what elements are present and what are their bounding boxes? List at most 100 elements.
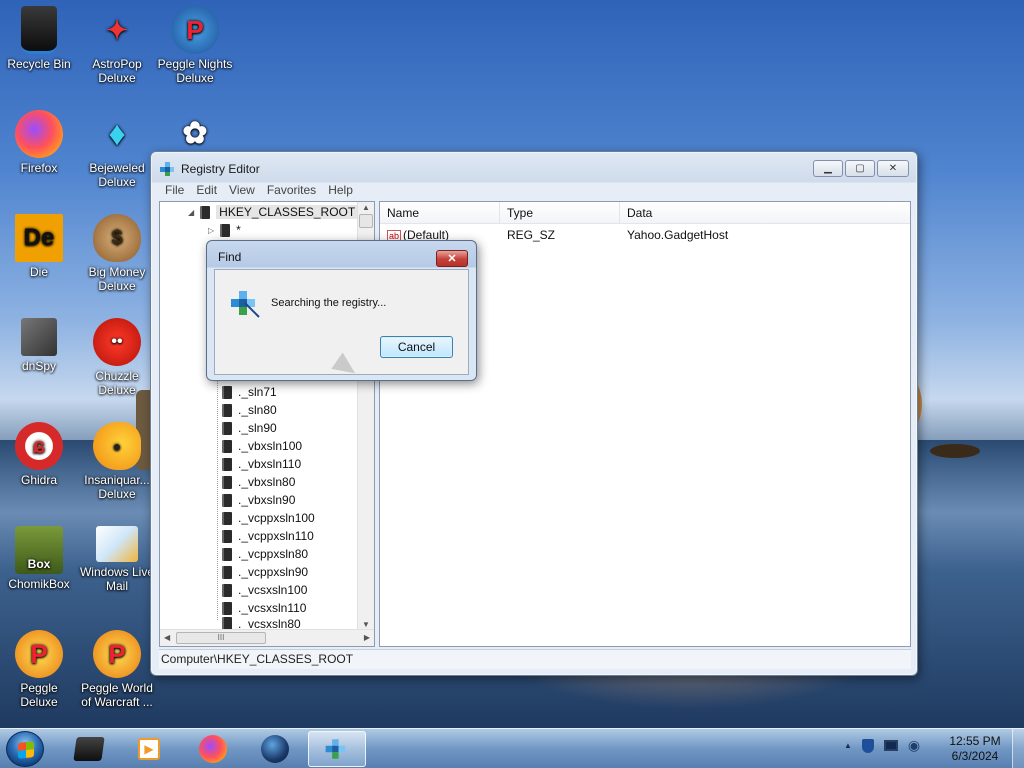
volume-speaker-icon[interactable]: ◉ [908, 737, 920, 754]
clock[interactable]: 12:55 PM 6/3/2024 [940, 734, 1010, 764]
registry-editor-window[interactable]: Registry Editor ▁ ▢ ✕ File Edit View Fav… [150, 151, 918, 676]
regedit-icon [325, 739, 346, 759]
registry-key-icon [222, 547, 232, 561]
ghidra-icon: ɕ [15, 422, 63, 470]
menu-file[interactable]: File [165, 183, 190, 197]
scroll-thumb[interactable] [359, 214, 373, 228]
tree-node-root[interactable]: ◢ HKEY_CLASSES_ROOT [188, 203, 359, 221]
tree-node[interactable]: ._vcsxsln110 [222, 599, 306, 617]
network-monitor-icon[interactable] [883, 740, 898, 751]
close-button[interactable]: ✕ [877, 160, 909, 177]
desktop-icon-windows-live-mail[interactable]: Windows Live Mail [78, 526, 156, 593]
desktop-icon-label: Recycle Bin [7, 57, 71, 71]
windows-logo-icon [18, 741, 34, 759]
tree-node-label: ._sln90 [238, 421, 277, 435]
bejeweled-icon: ♦ [108, 115, 126, 153]
tree-node[interactable]: ._vbxsln90 [222, 491, 295, 509]
desktop-icon-die[interactable]: De Die [0, 214, 78, 279]
desktop-icon-peggle-wow[interactable]: P Peggle World of Warcraft ... [78, 630, 156, 709]
start-button[interactable] [6, 731, 44, 767]
tree-node[interactable]: ._vcsxsln100 [222, 581, 307, 599]
window-titlebar[interactable]: Registry Editor [159, 158, 260, 180]
die-icon: De [15, 214, 63, 262]
tree-node[interactable]: ._vbxsln80 [222, 473, 295, 491]
status-bar: Computer\HKEY_CLASSES_ROOT [159, 649, 911, 669]
cancel-button[interactable]: Cancel [380, 336, 453, 358]
tree-node-label: ._vcppxsln90 [238, 565, 309, 579]
tree-node[interactable]: ._vcppxsln110 [222, 527, 314, 545]
desktop-icon-big-money[interactable]: $ Big Money Deluxe [78, 214, 156, 293]
peggle-icon: P [15, 630, 63, 678]
desktop-icon-chuzzle[interactable]: •• Chuzzle Deluxe [78, 318, 156, 397]
column-header-type[interactable]: Type [500, 202, 620, 224]
desktop-icon-ghidra[interactable]: ɕ Ghidra [0, 422, 78, 487]
maximize-button[interactable]: ▢ [845, 160, 875, 177]
menu-favorites[interactable]: Favorites [267, 183, 322, 197]
security-shield-icon[interactable] [861, 738, 874, 753]
desktop-icon-recycle-bin[interactable]: Recycle Bin [0, 6, 78, 71]
list-header: Name Type Data [380, 202, 910, 224]
desktop-icon-firefox[interactable]: Firefox [0, 110, 78, 175]
tree-node[interactable]: ._vbxsln110 [222, 455, 301, 473]
caption-buttons: ▁ ▢ ✕ [813, 160, 909, 177]
expand-arrow-icon[interactable]: ▷ [208, 226, 214, 235]
desktop-icon-peggle[interactable]: P Peggle Deluxe [0, 630, 78, 709]
peggle-wow-icon: P [93, 630, 141, 678]
tree-node-star[interactable]: ▷ * [208, 221, 241, 239]
value-type-cell: REG_SZ [507, 228, 556, 242]
scroll-left-arrow-icon[interactable]: ◀ [164, 633, 170, 642]
desktop-icon-astropop[interactable]: ✦ AstroPop Deluxe [78, 6, 156, 85]
taskbar-registry-editor[interactable] [308, 731, 366, 767]
tree-node[interactable]: ._vcsxsln80 [222, 617, 301, 629]
tree-node[interactable]: ._vcppxsln90 [222, 563, 308, 581]
desktop-icon-label: Ghidra [20, 473, 58, 487]
dialog-close-button[interactable]: ✕ [436, 250, 468, 267]
registry-key-icon [220, 223, 231, 237]
insaniquarium-icon: ● [93, 422, 141, 470]
tree-node-label: HKEY_CLASSES_ROOT [216, 205, 359, 219]
menu-edit[interactable]: Edit [196, 183, 223, 197]
desktop-icon-label: Peggle World of Warcraft ... [81, 681, 153, 709]
show-desktop-button[interactable] [1012, 729, 1024, 768]
desktop-icon-chomikbox[interactable]: Box ChomikBox [0, 526, 78, 591]
recycle-bin-icon [21, 6, 57, 54]
desktop-icon-peggle-nights[interactable]: P Peggle Nights Deluxe [156, 6, 234, 85]
tree-node-label: ._sln80 [238, 403, 277, 417]
scroll-right-arrow-icon[interactable]: ▶ [364, 633, 370, 642]
desktop-icon-bejeweled[interactable]: ♦ Bejeweled Deluxe [78, 110, 156, 189]
firefox-icon [15, 110, 63, 158]
tree-horizontal-scrollbar[interactable]: ◀ III ▶ [160, 629, 374, 646]
close-icon: ✕ [447, 253, 457, 265]
column-header-data[interactable]: Data [620, 202, 910, 224]
clock-date: 6/3/2024 [951, 749, 999, 763]
registry-search-icon [231, 291, 260, 318]
astropop-icon: ✦ [106, 15, 128, 45]
scroll-down-arrow-icon[interactable]: ▼ [362, 620, 370, 629]
desktop-icon-insaniquarium[interactable]: ● Insaniquar... Deluxe [78, 422, 156, 501]
taskbar-recycle-bin[interactable] [60, 731, 118, 767]
menu-view[interactable]: View [229, 183, 261, 197]
registry-key-icon [222, 421, 232, 435]
tree-node[interactable]: ._vcppxsln100 [222, 509, 315, 527]
tree-node-label: ._vcsxsln100 [238, 583, 308, 597]
dnspy-icon [21, 318, 57, 356]
close-icon: ✕ [888, 163, 898, 174]
column-header-name[interactable]: Name [380, 202, 500, 224]
registry-key-icon [222, 583, 232, 597]
expand-arrow-icon[interactable]: ◢ [188, 208, 194, 217]
tree-node[interactable]: ._vcppxsln80 [222, 545, 308, 563]
taskbar-media-player[interactable]: ▶ [120, 731, 178, 767]
taskbar-globe-app[interactable] [246, 731, 304, 767]
minimize-button[interactable]: ▁ [813, 160, 843, 177]
scroll-thumb[interactable]: III [176, 632, 266, 644]
tree-node[interactable]: ._sln71 [222, 383, 277, 401]
menu-help[interactable]: Help [328, 183, 359, 197]
taskbar-firefox[interactable] [184, 731, 242, 767]
tree-node[interactable]: ._sln90 [222, 419, 277, 437]
tree-node[interactable]: ._vbxsln100 [222, 437, 302, 455]
tree-node[interactable]: ._sln80 [222, 401, 277, 419]
scroll-up-arrow-icon[interactable]: ▲ [362, 203, 370, 212]
tray-overflow-chevron-icon[interactable]: ▲ [844, 741, 852, 750]
desktop-icon-dnspy[interactable]: dnSpy [0, 318, 78, 373]
desktop-icon-label: Windows Live Mail [79, 565, 155, 593]
